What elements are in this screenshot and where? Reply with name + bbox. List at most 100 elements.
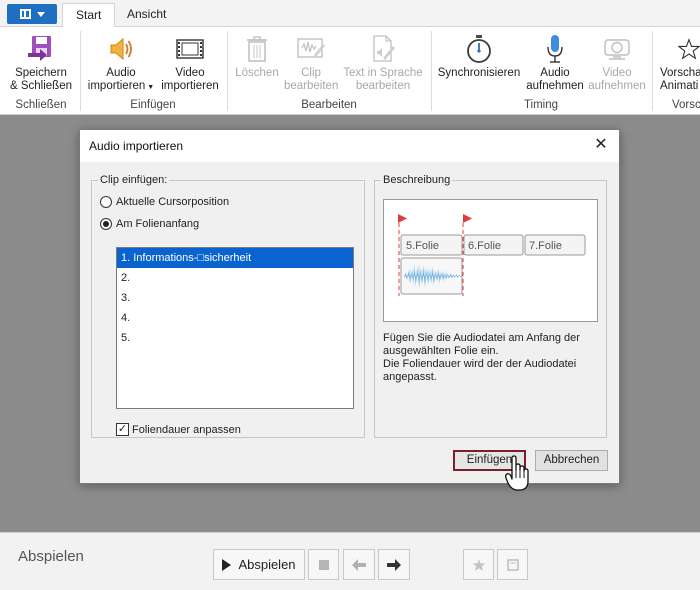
webcam-icon [586,31,648,67]
save-close-label-1: Speichern [15,67,67,79]
group-label-close: Schließen [15,99,67,111]
description-line: ausgewählten Folie ein. [383,345,499,357]
tab-view[interactable]: Ansicht [114,3,179,28]
slide-list-item[interactable]: 5. [117,328,353,348]
close-icon[interactable]: ✕ [591,136,611,156]
star-icon [472,558,485,571]
description-line: Fügen Sie die Audiodatei am Anfang der [383,332,580,344]
dialog-title: Audio importieren [89,139,184,153]
description-text: Fügen Sie die Audiodatei am Anfang der a… [383,332,601,384]
tab-start[interactable]: Start [62,3,116,28]
video-import-button[interactable]: Video importieren [158,31,222,93]
slide-list-item[interactable]: 1. Informations-□sicherheit [117,248,353,268]
slide-view-button[interactable] [497,549,528,580]
film-icon [158,31,222,67]
slide-list-item[interactable]: 3. [117,288,353,308]
arrow-right-icon [387,558,401,571]
clip-insert-group: Clip einfügen: Aktuelle Cursorposition A… [91,174,365,438]
save-close-icon [6,31,76,67]
group-label-preview: Vorscl [672,99,700,111]
slide-list-item[interactable]: 4. [117,308,353,328]
description-group-label: Beschreibung [381,174,453,186]
preview-slide-label: 6.Folie [468,240,501,252]
speaker-icon [84,31,158,67]
position-marker-icon [463,214,472,223]
clip-edit-label-1: Clip [301,67,321,79]
checkbox-checked[interactable]: ✓ [116,423,129,436]
dialog-titlebar: Audio importieren ✕ [80,130,619,162]
radio-slide-start-label: Am Folienanfang [116,218,200,230]
favorite-button[interactable] [463,549,494,580]
preview-button[interactable]: Vorscha Animati [660,31,700,93]
ribbon-separator [431,31,432,111]
ribbon: Speichern & Schließen Schließen Audio im… [0,27,700,115]
next-button[interactable] [378,549,410,580]
audio-record-label-2: aufnehmen [526,80,584,92]
audio-import-label-2: importieren ▼ [87,80,155,92]
trash-icon [230,31,284,67]
app-menu-button[interactable] [7,4,57,24]
slide-listbox[interactable]: 1. Informations-□sicherheit 2. 3. 4. 5. [116,247,354,409]
delete-label: Löschen [235,67,279,79]
delete-button[interactable]: Löschen [230,31,284,80]
audio-import-label-1: Audio [106,67,136,79]
clip-insert-group-label: Clip einfügen: [98,174,170,186]
insert-preview-illustration: 5.Folie 6.Folie 7.Folie [383,199,598,322]
video-import-label-1: Video [175,67,205,79]
timeline-preview: 5.Folie 6.Folie 7.Folie [398,214,586,296]
radio-cursor-label: Aktuelle Cursorposition [116,196,230,208]
ribbon-separator [80,31,81,111]
preview-slide-label: 5.Folie [406,240,439,252]
playback-bar: Abspielen Abspielen [0,532,700,590]
arrow-left-icon [352,558,366,571]
ribbon-tab-bar: Start Ansicht [0,0,700,28]
ribbon-separator [652,31,653,111]
previous-button[interactable] [343,549,375,580]
stopwatch-icon [434,31,524,67]
adjust-duration-checkbox[interactable]: ✓ Foliendauer anpassen [116,423,241,436]
position-marker-icon [398,214,407,223]
slide-list-item[interactable]: 2. [117,268,353,288]
text-to-speech-icon [338,31,428,67]
cancel-button[interactable]: Abbrechen [535,450,608,471]
preview-label-1: Vorscha [660,67,700,79]
sync-button[interactable]: Synchronisieren [434,31,524,80]
clip-edit-label-2: bearbeiten [284,80,339,92]
audio-import-button[interactable]: Audio importieren ▼ [84,31,158,94]
video-record-label-1: Video [602,67,632,79]
description-line: angepasst. [383,371,437,383]
playback-title: Abspielen [18,548,84,565]
play-icon [222,558,232,571]
clip-edit-button[interactable]: Clip bearbeiten [284,31,338,93]
video-record-button[interactable]: Video aufnehmen [586,31,648,93]
sync-label: Synchronisieren [437,67,521,79]
adjust-duration-label: Foliendauer anpassen [132,423,241,436]
play-button[interactable]: Abspielen [213,549,305,580]
hand-cursor-icon [505,455,529,491]
radio-slide-start[interactable]: Am Folienanfang [100,218,199,230]
video-import-label-2: importieren [161,80,219,92]
play-button-label: Abspielen [238,557,296,572]
ribbon-separator [227,31,228,111]
menu-grid-icon [19,9,31,19]
radio-button[interactable] [100,196,112,208]
tts-edit-label-2: bearbeiten [355,80,411,92]
slide-frame-icon [506,558,519,571]
radio-cursor-position[interactable]: Aktuelle Cursorposition [100,196,229,208]
preview-slide-label: 7.Folie [529,240,562,252]
description-line: Die Foliendauer wird der der Audiodatei [383,358,577,370]
description-group: Beschreibung 5.Folie 6.Folie 7.Folie Füg… [374,174,607,438]
stop-button[interactable] [308,549,339,580]
chevron-down-icon [36,11,45,17]
save-close-label-2: & Schließen [9,80,72,92]
preview-label-2: Animati [660,80,699,92]
radio-button-selected[interactable] [100,218,112,230]
group-label-insert: Einfügen [130,99,176,111]
tts-edit-label-1: Text in Sprache [343,67,423,79]
star-icon [660,31,700,67]
audio-import-dialog: Audio importieren ✕ Clip einfügen: Aktue… [79,129,620,491]
audio-record-button[interactable]: Audio aufnehmen [524,31,586,93]
tts-edit-button[interactable]: Text in Sprache bearbeiten [338,31,428,93]
clip-edit-icon [284,31,338,67]
save-close-button[interactable]: Speichern & Schließen [6,31,76,93]
